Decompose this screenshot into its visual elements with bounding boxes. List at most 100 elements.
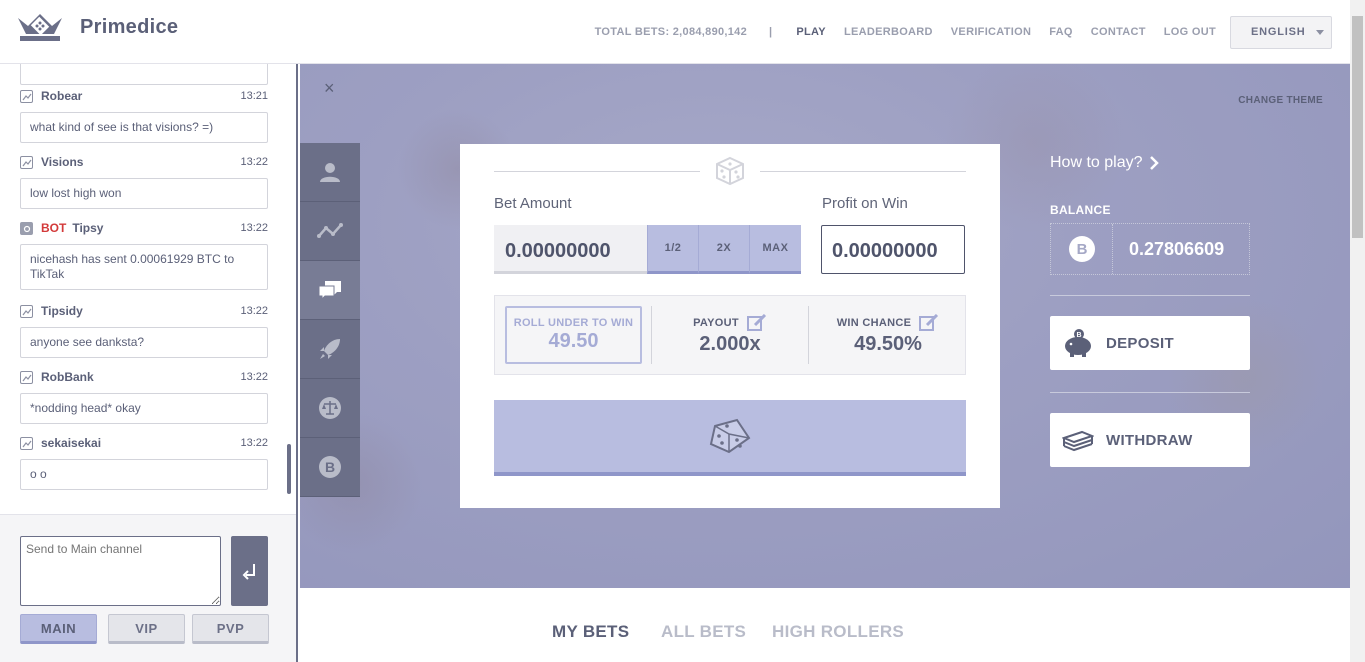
bet-amount-input[interactable]: 0.00000000 [494,225,647,274]
chat-message: BOT Tipsy 13:22 nicehash has sent 0.0006… [20,220,268,290]
max-button[interactable]: MAX [749,225,801,274]
double-button[interactable]: 2X [698,225,749,274]
tab-high-rollers[interactable]: HIGH ROLLERS [772,622,904,642]
sidebar-item-stats[interactable] [300,202,360,261]
chat-username[interactable]: sekaisekai [41,436,101,450]
half-button[interactable]: 1/2 [647,225,698,274]
payout-value[interactable]: 2.000x [671,333,789,356]
chat-username[interactable]: Tipsy [72,221,103,235]
payout-stat: PAYOUT 2.000x [671,314,789,356]
top-header: Primedice TOTAL BETS: 2,084,890,142 | PL… [0,0,1350,64]
chat-text: nicehash has sent 0.00061929 BTC to TikT… [20,244,268,290]
nav-contact[interactable]: CONTACT [1091,26,1146,38]
chat-panel: Robear 13:21 what kind of see is that vi… [0,64,298,662]
payout-label: PAYOUT [693,316,739,329]
sidebar-item-fairness[interactable] [300,379,360,438]
top-nav: TOTAL BETS: 2,084,890,142 | PLAY LEADERB… [577,0,1350,64]
dice-icon [709,418,751,454]
sidebar-item-account[interactable] [300,143,360,202]
sidebar-item-chat[interactable] [300,261,360,320]
stats-icon [20,155,33,169]
language-select[interactable]: ENGLISH [1230,15,1332,49]
page-scrollbar[interactable] [1350,0,1365,662]
tab-my-bets[interactable]: MY BETS [552,622,629,642]
roll-value: 49.50 [548,330,599,352]
roll-dice-button[interactable] [494,400,966,476]
deposit-button[interactable]: B DEPOSIT [1050,316,1250,370]
roll-under-toggle[interactable]: ROLL UNDER TO WIN 49.50 [505,306,642,364]
profit-input[interactable]: 0.00000000 [821,225,965,274]
chat-message: Robear 13:21 what kind of see is that vi… [20,88,268,143]
withdraw-button[interactable]: WITHDRAW [1050,413,1250,467]
stats-icon [20,304,33,318]
bot-icon [20,221,33,235]
chevron-right-icon [1149,156,1159,170]
tab-all-bets[interactable]: ALL BETS [661,622,746,642]
chat-time: 13:22 [240,156,268,168]
divider [808,306,809,364]
send-button[interactable] [231,536,268,606]
chat-time: 13:22 [240,371,268,383]
bitcoin-icon: B [1068,236,1095,262]
chat-message: Visions 13:22 low lost high won [20,154,268,209]
chat-input[interactable] [20,536,221,606]
chat-time: 13:22 [240,305,268,317]
chat-time: 13:22 [240,437,268,449]
game-stage: × CHANGE THEME B Bet Amount Profit on Wi… [300,64,1350,588]
svg-text:B: B [1076,332,1081,339]
chat-text: *nodding head* okay [20,393,268,424]
chevron-down-icon [1315,29,1324,35]
divider [760,171,966,172]
chat-composer: MAIN VIP PVP [0,514,296,662]
nav-play[interactable]: PLAY [796,26,826,38]
channel-main[interactable]: MAIN [20,614,97,644]
win-chance-value[interactable]: 49.50% [825,333,951,356]
scales-icon [319,397,341,419]
divider [494,171,700,172]
enter-icon [242,564,255,580]
stats-icon [20,436,33,450]
balance-box: B 0.27806609 [1050,223,1250,275]
cash-stack-icon [1062,430,1094,452]
chat-username[interactable]: RobBank [41,370,94,384]
logo[interactable]: Primedice [16,12,178,42]
stats-icon [317,223,343,238]
chat-username[interactable]: Robear [41,89,82,103]
nav-verification[interactable]: VERIFICATION [951,26,1031,38]
edit-icon[interactable] [746,314,767,331]
page-scrollbar-thumb[interactable] [1352,16,1363,238]
sidebar-item-bitcoin[interactable]: B [300,438,360,497]
nav-leaderboard[interactable]: LEADERBOARD [844,26,933,38]
bitcoin-icon: B [319,456,341,478]
sidebar-item-rocket[interactable] [300,320,360,379]
roll-label: ROLL UNDER TO WIN [513,317,634,329]
divider [1050,392,1250,393]
balance-amount: 0.27806609 [1129,239,1225,259]
stats-icon [20,370,33,384]
close-icon[interactable]: × [324,78,335,99]
svg-text:B: B [325,459,335,475]
chat-scrollbar[interactable] [287,444,291,494]
channel-pvp[interactable]: PVP [192,614,269,644]
chat-text: o o [20,459,268,490]
bets-tabs: MY BETS ALL BETS HIGH ROLLERS [300,588,1350,662]
chat-text: anyone see danksta? [20,327,268,358]
edit-icon[interactable] [919,314,939,331]
change-theme-link[interactable]: CHANGE THEME [1238,95,1323,106]
bet-stats: ROLL UNDER TO WIN 49.50 PAYOUT 2.000x WI… [494,295,966,375]
chat-username[interactable]: Visions [41,155,83,169]
rocket-icon [320,339,340,359]
chat-username[interactable]: Tipsidy [41,304,83,318]
divider [651,306,652,364]
balance-label: BALANCE [1050,203,1111,217]
channel-vip[interactable]: VIP [108,614,185,644]
piggy-bank-icon: B [1065,329,1091,357]
chat-text: low lost high won [20,178,268,209]
chat-message: Tipsidy 13:22 anyone see danksta? [20,303,268,358]
how-to-play-link[interactable]: How to play? [1050,154,1159,172]
total-bets: TOTAL BETS: 2,084,890,142 [594,26,748,38]
divider [1050,295,1250,296]
profit-label: Profit on Win [822,195,908,212]
nav-faq[interactable]: FAQ [1049,26,1073,38]
nav-logout[interactable]: LOG OUT [1164,26,1216,38]
